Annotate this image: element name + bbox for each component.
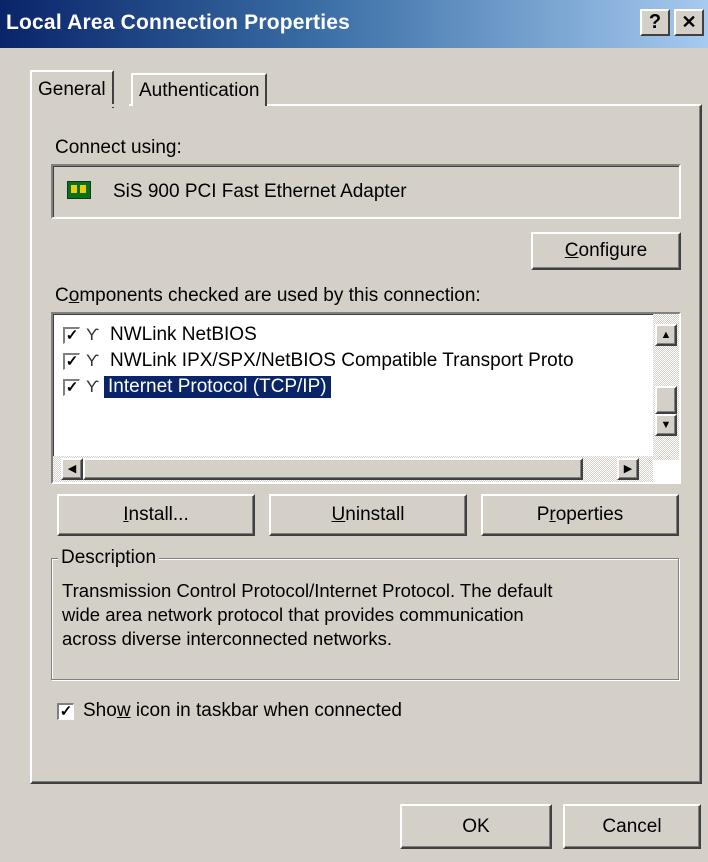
configure-accel: C <box>564 240 579 261</box>
components-list[interactable]: ✓ ϒ NWLink NetBIOS ✓ ϒ NWLink IPX/SPX/Ne… <box>51 312 681 484</box>
tab-authentication-label: Authentication <box>139 80 260 101</box>
network-card-icon <box>67 181 91 199</box>
vertical-scrollbar[interactable]: ▲ ▼ <box>653 314 679 460</box>
configure-button[interactable]: Configure <box>531 232 681 270</box>
description-group: Description Transmission Control Protoco… <box>51 547 679 680</box>
list-item[interactable]: ✓ ϒ NWLink NetBIOS <box>63 322 257 348</box>
cancel-label: Cancel <box>602 815 662 837</box>
show-icon-checkbox[interactable]: ✓ <box>57 702 74 720</box>
protocol-icon: ϒ <box>86 377 100 396</box>
scroll-up-button[interactable]: ▲ <box>655 324 677 346</box>
protocol-icon: ϒ <box>86 325 100 344</box>
scroll-right-button[interactable]: ▶ <box>617 458 639 480</box>
configure-label: onfigure <box>578 240 648 261</box>
description-legend: Description <box>58 547 160 569</box>
help-button[interactable]: ? <box>640 9 670 36</box>
component-checkbox[interactable]: ✓ <box>63 378 80 396</box>
cancel-button[interactable]: Cancel <box>563 804 701 849</box>
component-label: NWLink NetBIOS <box>110 324 257 345</box>
tab-joint <box>32 104 129 107</box>
close-button[interactable]: ✕ <box>674 9 704 36</box>
components-label: Components checked are used by this conn… <box>55 285 481 306</box>
component-label: NWLink IPX/SPX/NetBIOS Compatible Transp… <box>110 350 574 371</box>
scroll-left-button[interactable]: ◀ <box>61 458 83 480</box>
tab-general[interactable]: General <box>30 70 114 108</box>
hscroll-thumb[interactable] <box>83 458 583 480</box>
tab-authentication[interactable]: Authentication <box>131 73 268 106</box>
scroll-thumb[interactable] <box>655 386 677 414</box>
uninstall-button[interactable]: Uninstall <box>269 494 467 536</box>
horizontal-scrollbar[interactable]: ◀ ▶ <box>53 456 653 482</box>
title-bar[interactable]: Local Area Connection Properties ? ✕ <box>0 0 708 48</box>
ok-label: OK <box>462 815 490 837</box>
properties-button[interactable]: Pr operties <box>481 494 679 536</box>
list-item[interactable]: ✓ ϒ Internet Protocol (TCP/IP) <box>63 374 332 400</box>
component-checkbox[interactable]: ✓ <box>63 352 80 370</box>
component-label-selected: Internet Protocol (TCP/IP) <box>103 375 332 399</box>
adapter-name: SiS 900 PCI Fast Ethernet Adapter <box>113 181 407 202</box>
component-checkbox[interactable]: ✓ <box>63 326 80 344</box>
scroll-down-button[interactable]: ▼ <box>655 414 677 436</box>
connect-using-label: Connect using: <box>55 137 182 158</box>
description-text: Transmission Control Protocol/Internet P… <box>62 580 553 649</box>
list-item[interactable]: ✓ ϒ NWLink IPX/SPX/NetBIOS Compatible Tr… <box>63 348 574 374</box>
show-icon-label: Show icon in taskbar when connected <box>83 700 402 721</box>
protocol-icon: ϒ <box>86 351 100 370</box>
tab-general-label: General <box>38 79 106 100</box>
window-title: Local Area Connection Properties <box>6 11 351 34</box>
show-icon-option[interactable]: ✓ Show icon in taskbar when connected <box>57 700 402 722</box>
adapter-field: SiS 900 PCI Fast Ethernet Adapter <box>51 164 681 219</box>
install-button[interactable]: Install... <box>57 494 255 536</box>
ok-button[interactable]: OK <box>400 804 552 849</box>
